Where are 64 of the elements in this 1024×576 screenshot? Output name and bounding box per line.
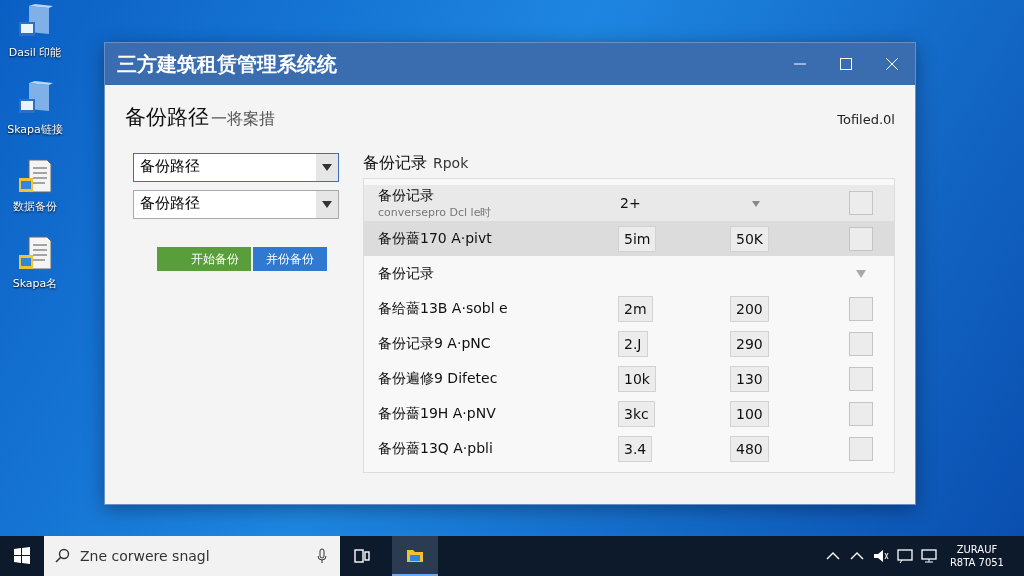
record-row[interactable]: 备份遍修9 Difetec 10k 130	[364, 361, 894, 396]
group-label: 备份记录	[377, 264, 435, 283]
column-header[interactable]: 2+	[614, 195, 726, 211]
table-cell-text: 备份遍修9 Difetec	[377, 369, 499, 388]
version-label: Tofiled.0l	[837, 112, 895, 127]
desktop-icon-label[interactable]: Skapa链接	[4, 123, 66, 136]
speaker-icon[interactable]	[871, 548, 890, 564]
section-title: 备份记录	[363, 153, 427, 174]
table-cell-text: 备份薔19H A·pNV	[377, 404, 497, 423]
table-cell-text: 备份记录9 A·pNC	[377, 334, 492, 353]
row-checkbox[interactable]	[849, 331, 873, 356]
table-cell: 3.4	[618, 435, 653, 462]
table-cell: 200	[730, 295, 769, 322]
table-cell: 480	[730, 435, 769, 462]
table-cell: 2.J	[618, 330, 648, 357]
search-icon	[54, 548, 70, 564]
maximize-icon	[839, 57, 853, 71]
heading-note: 一将案措	[211, 109, 275, 130]
row-checkbox[interactable]	[849, 366, 873, 391]
table-cell: 290	[730, 330, 769, 357]
message-icon[interactable]	[895, 548, 914, 564]
clock[interactable]: ZURAUF R8TA 7051	[949, 543, 1004, 569]
record-row[interactable]: 备份薔19H A·pNV 3kc 100	[364, 396, 894, 431]
search-field[interactable]: Zne corwere snagl	[44, 536, 340, 576]
path-dropdown[interactable]: 备份路径	[133, 153, 339, 182]
close-icon	[885, 57, 899, 71]
row-checkbox[interactable]	[849, 401, 873, 426]
row-checkbox[interactable]	[849, 296, 873, 321]
caret-icon	[322, 201, 332, 208]
monitor-icon[interactable]	[919, 548, 938, 564]
table-cell: 10k	[618, 365, 656, 392]
windows-icon	[12, 546, 32, 566]
desktop-icon-label[interactable]: Dasil 印能	[4, 46, 66, 59]
collapse-icon[interactable]	[856, 269, 866, 278]
record-row[interactable]: 备份记录9 A·pNC 2.J 290	[364, 326, 894, 361]
caret-icon	[322, 164, 332, 171]
record-row[interactable]: 备份薔170 A·pivt 5im 50K	[364, 221, 894, 256]
task-view-icon	[352, 546, 372, 566]
row-checkbox[interactable]	[849, 436, 873, 461]
header-subtitle: conversepro Dcl le时	[378, 204, 493, 220]
file-explorer-button[interactable]	[392, 536, 438, 576]
select-all-checkbox[interactable]	[849, 191, 873, 215]
page-heading: 备份路径	[125, 104, 209, 131]
table-cell: 5im	[618, 225, 657, 252]
record-row[interactable]: 备份薔13Q A·pbli 3.4 480	[364, 431, 894, 466]
table-cell-text: 备份薔13Q A·pbli	[377, 439, 494, 458]
microphone-icon[interactable]	[314, 548, 330, 564]
sort-icon[interactable]	[750, 198, 762, 209]
table-cell: 130	[730, 365, 769, 392]
table-cell: 100	[730, 400, 769, 427]
window-title: 三方建筑租赁管理系统统	[117, 50, 338, 78]
record-row[interactable]: 备给薔13B A·sobl e 2m 200	[364, 291, 894, 326]
table-cell: 50K	[730, 225, 769, 252]
table-cell-text: 备份薔170 A·pivt	[377, 229, 493, 248]
section-note: Rpok	[433, 155, 469, 171]
table-cell: 2m	[618, 295, 653, 322]
table-cell-text: 备给薔13B A·sobl e	[377, 299, 509, 318]
desktop-icon-label[interactable]: Skapa名	[4, 277, 66, 290]
backup-button[interactable]: 并份备份	[253, 247, 327, 271]
path-dropdown[interactable]: 备份路径	[133, 190, 339, 219]
desktop-icon-label[interactable]: 数据备份	[4, 200, 66, 213]
column-header[interactable]: 备份记录	[378, 186, 614, 205]
table-cell: 3kc	[618, 400, 655, 427]
row-checkbox[interactable]	[849, 226, 873, 251]
